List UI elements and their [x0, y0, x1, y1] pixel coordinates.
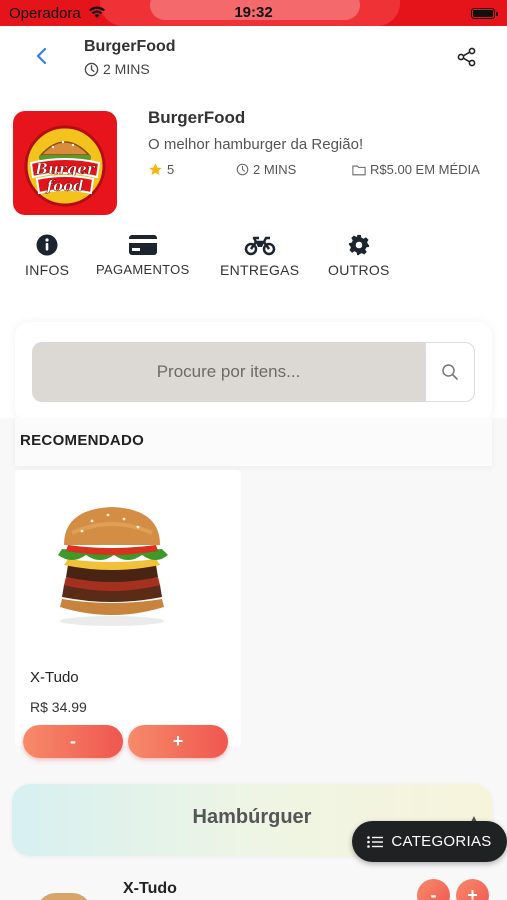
- star-icon: [149, 163, 162, 176]
- store-logo: Burger food: [13, 111, 117, 215]
- share-icon: [457, 47, 476, 67]
- header-title: BurgerFood: [84, 38, 176, 55]
- info-icon: [36, 234, 58, 256]
- categories-label: CATEGORIAS: [391, 833, 492, 850]
- product-price: R$ 34.99: [30, 699, 87, 715]
- nav-label: OUTROS: [328, 262, 390, 278]
- nav-label: ENTREGAS: [220, 262, 300, 278]
- search-input[interactable]: [32, 342, 425, 402]
- section-title: RECOMENDADO: [20, 432, 145, 449]
- delivery-time-value: 2 MINS: [253, 162, 297, 177]
- nav-entregas[interactable]: ENTREGAS: [220, 234, 299, 278]
- clock-icon: [236, 163, 249, 176]
- svg-text:food: food: [46, 177, 84, 195]
- store-rating: 5: [148, 162, 174, 177]
- list-icon: [367, 835, 384, 848]
- wallet-icon: [352, 165, 366, 175]
- product-name: X-Tudo: [30, 669, 79, 686]
- nav-outros[interactable]: OUTROS: [328, 234, 390, 278]
- share-button[interactable]: [456, 46, 478, 68]
- chevron-left-icon: [36, 47, 47, 65]
- decrease-quantity-button[interactable]: -: [23, 725, 123, 758]
- back-button[interactable]: [30, 44, 54, 68]
- search-icon: [442, 364, 458, 380]
- gear-icon: [348, 234, 369, 256]
- avg-price-value: R$5.00 EM MÉDIA: [370, 162, 480, 177]
- header-time: 2 MINS: [84, 61, 150, 77]
- header: BurgerFood 2 MINS: [0, 26, 507, 92]
- status-bar: Operadora 19:32: [0, 0, 507, 26]
- store-description: O melhor hamburger da Região!: [148, 136, 364, 153]
- motorcycle-icon: [244, 236, 275, 256]
- search-button[interactable]: [425, 342, 475, 402]
- nav-pagamentos[interactable]: PAGAMENTOS: [96, 234, 190, 277]
- header-time-label: 2 MINS: [103, 61, 150, 77]
- store-avg-price: R$5.00 EM MÉDIA: [352, 162, 480, 177]
- battery-icon: [471, 8, 498, 19]
- search-bar: [32, 342, 475, 402]
- clock-icon: [84, 62, 99, 76]
- burger-image: [58, 507, 168, 626]
- nav-label: INFOS: [25, 262, 70, 278]
- credit-card-icon: [128, 235, 157, 255]
- store-delivery-time: 2 MINS: [236, 162, 296, 177]
- increase-quantity-button[interactable]: +: [128, 725, 228, 758]
- clock: 19:32: [234, 4, 273, 21]
- nav-label: PAGAMENTOS: [96, 262, 190, 277]
- categories-button[interactable]: CATEGORIAS: [352, 821, 507, 862]
- list-item-name: X-Tudo: [123, 880, 177, 897]
- rating-value: 5: [167, 162, 175, 177]
- nav-infos[interactable]: INFOS: [25, 234, 69, 278]
- store-name: BurgerFood: [148, 108, 246, 127]
